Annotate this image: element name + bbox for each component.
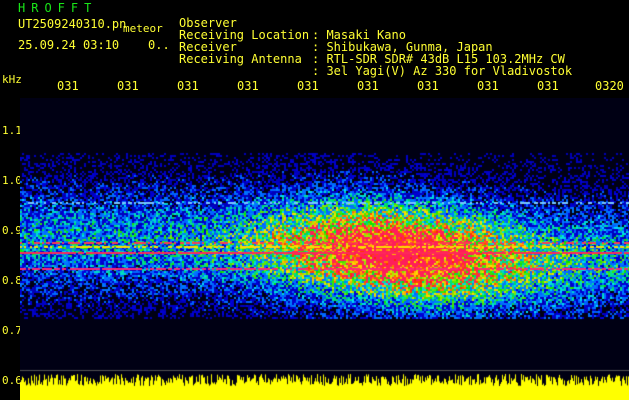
time-tick: 0320 (595, 79, 624, 93)
info-row-location: Receiving Location : Shibukawa, Gunma, J… (179, 17, 493, 53)
station-info: Observer : Masaki Kano Receiving Locatio… (179, 5, 572, 77)
frequency-tick: 0.7 (2, 324, 22, 337)
time-tick: 031 (417, 79, 439, 93)
time-tick: 031 (297, 79, 319, 93)
spectrogram-canvas (20, 98, 629, 400)
time-tick: 031 (477, 79, 499, 93)
file-name: UT2509240310.pn (18, 17, 127, 31)
time-tick: 031 (357, 79, 379, 93)
time-tick: 031 (57, 79, 79, 93)
info-value: : 3el Yagi(V) Az 330 for Vladivostok (312, 64, 573, 78)
file-name-suffix: meteor (123, 22, 163, 35)
frequency-tick: 0.6 (2, 374, 22, 387)
info-label: Receiving Antenna (179, 52, 302, 66)
time-tick: 031 (117, 79, 139, 93)
spectrogram-plot (20, 98, 629, 400)
time-tick: 031 (537, 79, 559, 93)
time-tick: 031 (237, 79, 259, 93)
date-time: 25.09.24 03:10 0.. (18, 38, 170, 52)
frequency-tick: 0.9 (2, 224, 22, 237)
frequency-unit-label: kHz (2, 73, 22, 86)
time-tick: 031 (177, 79, 199, 93)
info-row-antenna: Receiving Antenna : 3el Yagi(V) Az 330 f… (179, 41, 572, 77)
frequency-tick: 0.8 (2, 274, 22, 287)
info-row-receiver: Receiver : RTL-SDR SDR# 43dB L15 103.2MH… (179, 29, 565, 65)
app-title: HROFFT (18, 1, 98, 15)
frequency-tick: 1.0 (2, 174, 22, 187)
frequency-tick: 1.1 (2, 124, 22, 137)
info-row-observer: Observer : Masaki Kano (179, 5, 406, 41)
